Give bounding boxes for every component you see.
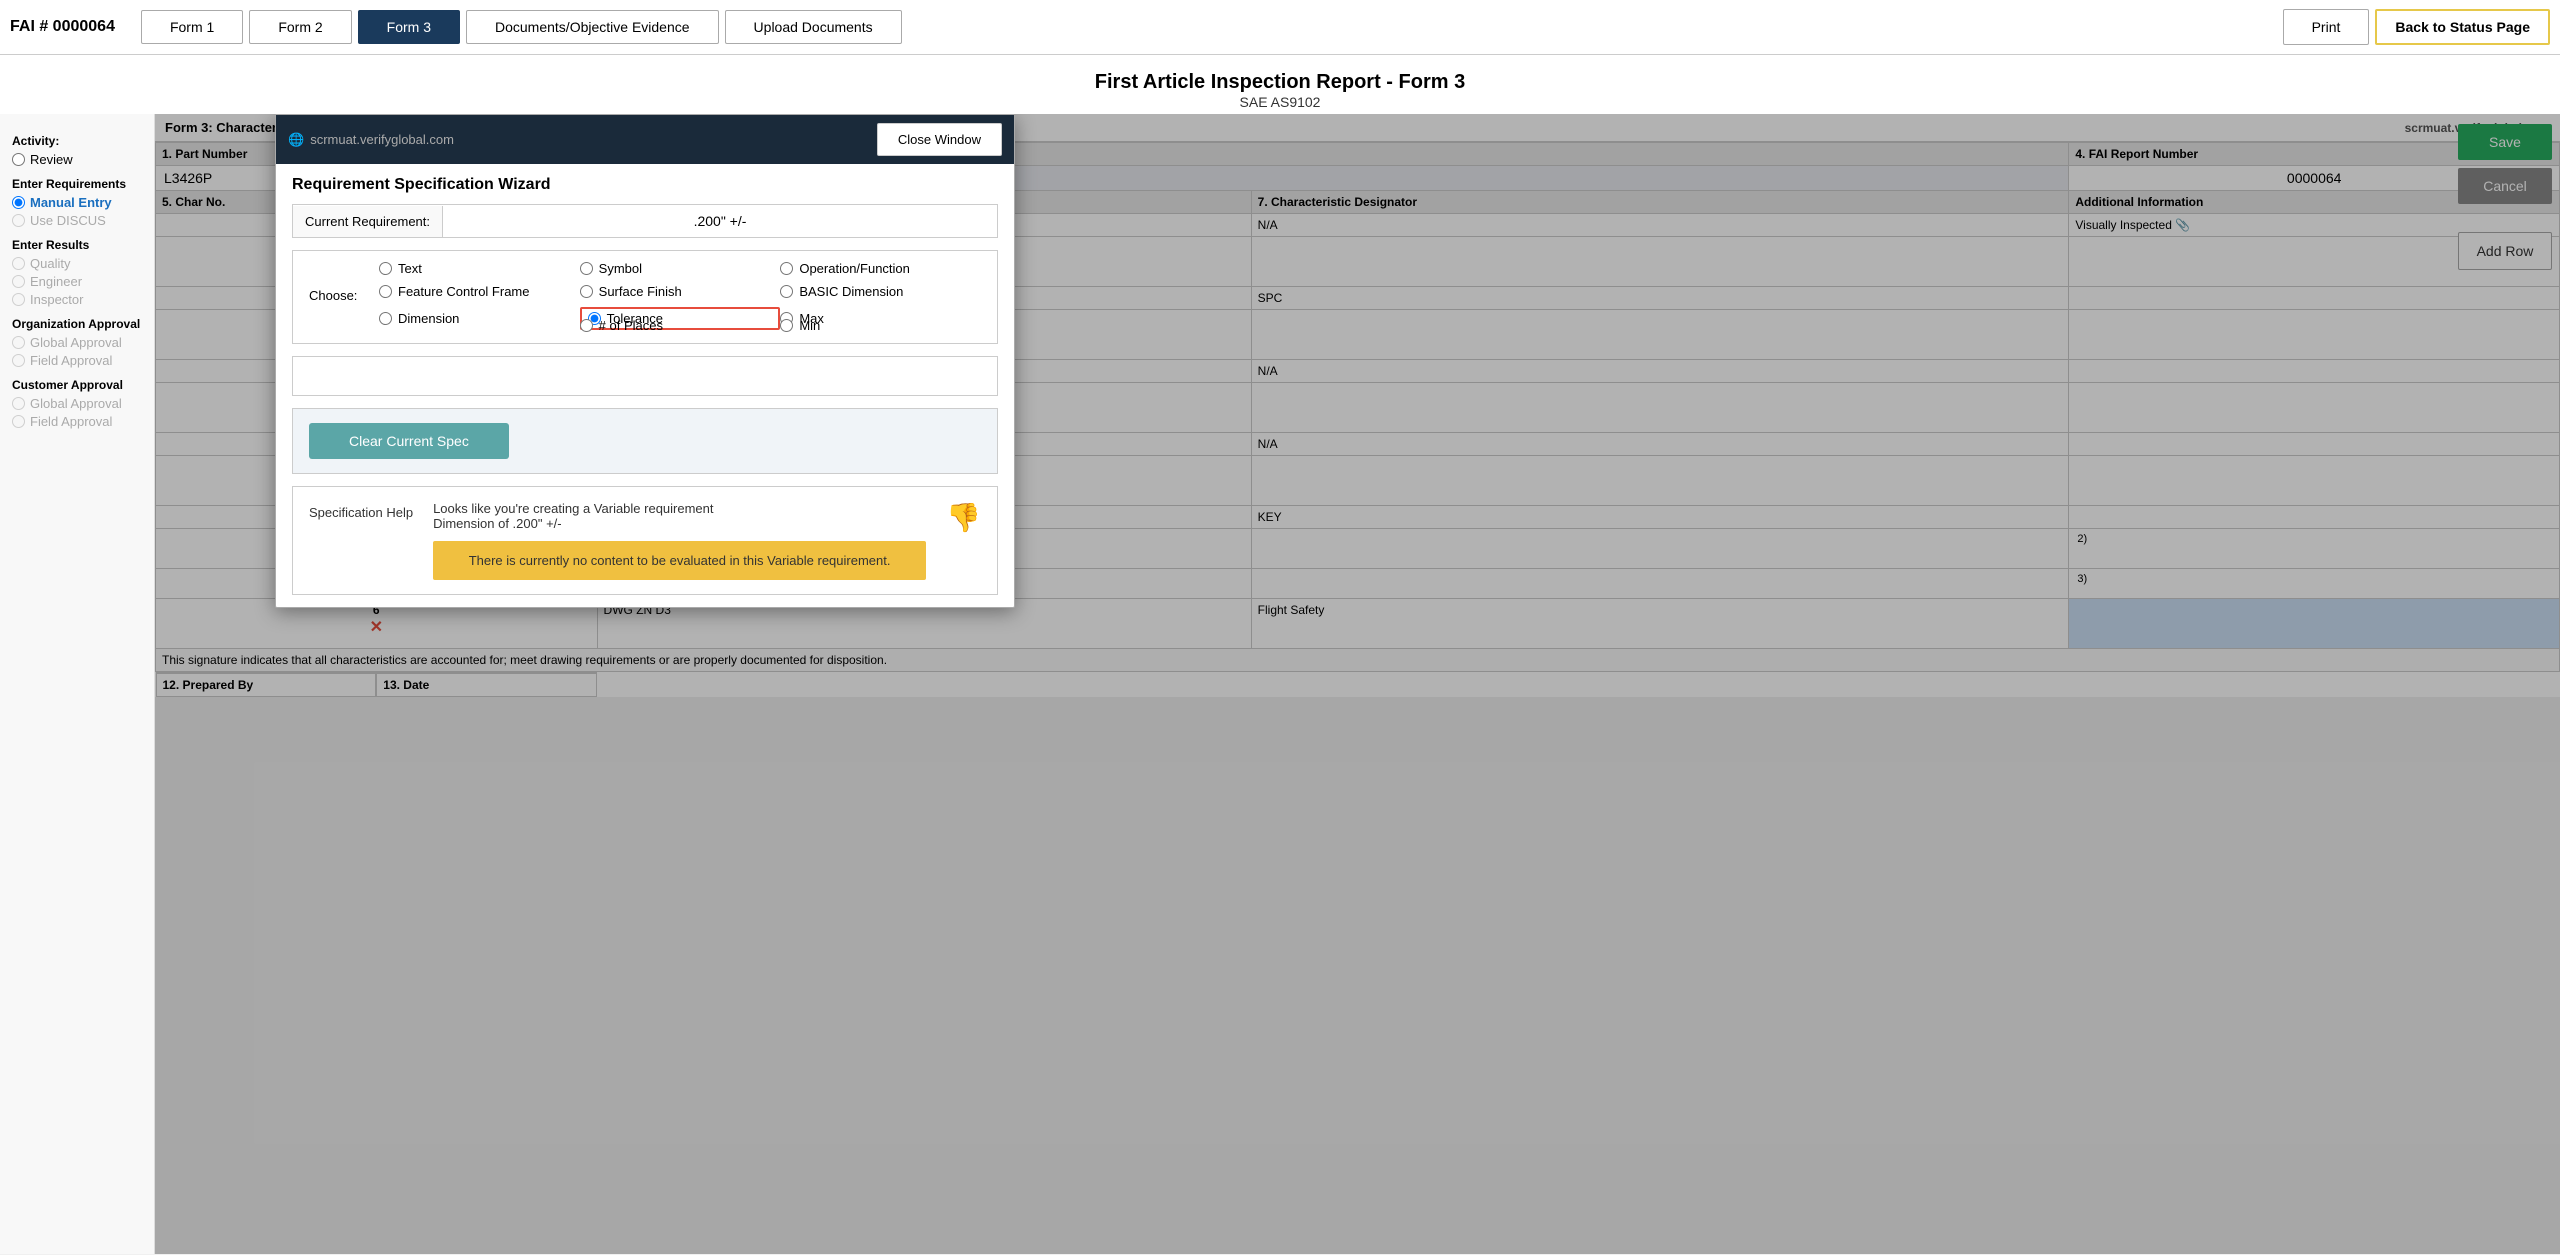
review-label: Review <box>30 152 73 167</box>
spec-help-text: Looks like you're creating a Variable re… <box>433 501 926 531</box>
back-to-status-button[interactable]: Back to Status Page <box>2375 9 2550 45</box>
main-layout: Activity: Review Enter Requirements Manu… <box>0 114 2560 1254</box>
spec-help-inner: Specification Help Looks like you're cre… <box>309 501 981 580</box>
globe-icon: 🌐 <box>288 132 304 148</box>
basic-dimension-radio[interactable] <box>780 285 793 298</box>
customer-field-radio <box>12 415 25 428</box>
close-window-button[interactable]: Close Window <box>877 123 1002 156</box>
action-row: Clear Current Spec <box>292 408 998 474</box>
documents-button[interactable]: Documents/Objective Evidence <box>466 10 719 44</box>
choose-section: Choose: Text Symbol Operation/Function <box>292 250 998 344</box>
page-subtitle: SAE AS9102 <box>0 94 2560 110</box>
choose-label: Choose: <box>309 288 379 303</box>
field-approval-label: Field Approval <box>30 353 112 368</box>
fcf-radio[interactable] <box>379 285 392 298</box>
use-discus-label: Use DISCUS <box>30 213 106 228</box>
engineer-radio <box>12 275 25 288</box>
form3-button[interactable]: Form 3 <box>358 10 460 44</box>
clear-spec-button[interactable]: Clear Current Spec <box>309 423 509 459</box>
enter-requirements-label: Enter Requirements <box>12 177 142 191</box>
activity-label: Activity: <box>12 134 142 148</box>
modal-site-info: 🌐 scrmuat.verifyglobal.com <box>288 132 454 148</box>
sidebar-review[interactable]: Review <box>12 152 142 167</box>
option-operation[interactable]: Operation/Function <box>780 261 981 276</box>
spec-input-row <box>292 356 998 396</box>
review-radio[interactable] <box>12 153 25 166</box>
option-num-places[interactable]: # of Places <box>580 318 781 333</box>
sidebar-quality[interactable]: Quality <box>12 256 142 271</box>
customer-field-label: Field Approval <box>30 414 112 429</box>
manual-entry-radio[interactable] <box>12 196 25 209</box>
text-radio[interactable] <box>379 262 392 275</box>
min-radio[interactable] <box>780 319 793 332</box>
option-basic-dimension[interactable]: BASIC Dimension <box>780 284 981 299</box>
sidebar-inspector[interactable]: Inspector <box>12 292 142 307</box>
org-approval-label: Organization Approval <box>12 317 142 331</box>
spec-input[interactable] <box>292 356 998 396</box>
sidebar-field-approval[interactable]: Field Approval <box>12 353 142 368</box>
modal-body: Requirement Specification Wizard Current… <box>276 164 1014 607</box>
spec-help-section: Specification Help Looks like you're cre… <box>292 486 998 595</box>
modal-title: Requirement Specification Wizard <box>292 176 998 194</box>
field-approval-radio <box>12 354 25 367</box>
spec-help-content: Looks like you're creating a Variable re… <box>433 501 926 580</box>
option-fcf[interactable]: Feature Control Frame <box>379 284 580 299</box>
page-title-area: First Article Inspection Report - Form 3… <box>0 55 2560 114</box>
sidebar-customer-field[interactable]: Field Approval <box>12 414 142 429</box>
option-min[interactable]: Min <box>780 318 981 333</box>
inspector-radio <box>12 293 25 306</box>
sidebar: Activity: Review Enter Requirements Manu… <box>0 114 155 1254</box>
customer-global-label: Global Approval <box>30 396 122 411</box>
option-text[interactable]: Text <box>379 261 580 276</box>
option-surface-finish[interactable]: Surface Finish <box>580 284 781 299</box>
inspector-label: Inspector <box>30 292 83 307</box>
customer-approval-label: Customer Approval <box>12 378 142 392</box>
current-requirement-label: Current Requirement: <box>293 206 443 237</box>
spec-help-warning: There is currently no content to be eval… <box>433 541 926 580</box>
fai-number: FAI # 0000064 <box>10 18 115 36</box>
upload-button[interactable]: Upload Documents <box>725 10 902 44</box>
sidebar-engineer[interactable]: Engineer <box>12 274 142 289</box>
sidebar-global-approval[interactable]: Global Approval <box>12 335 142 350</box>
form1-button[interactable]: Form 1 <box>141 10 243 44</box>
quality-label: Quality <box>30 256 70 271</box>
manual-entry-label: Manual Entry <box>30 195 112 210</box>
sidebar-use-discus[interactable]: Use DISCUS <box>12 213 142 228</box>
form2-button[interactable]: Form 2 <box>249 10 351 44</box>
current-requirement-value: .200" +/- <box>443 205 997 237</box>
requirement-wizard-modal: 🌐 scrmuat.verifyglobal.com Close Window … <box>275 114 1015 608</box>
symbol-radio[interactable] <box>580 262 593 275</box>
global-approval-radio <box>12 336 25 349</box>
content-area: Form 3: Characteristic Accountability, V… <box>155 114 2560 1254</box>
enter-results-label: Enter Results <box>12 238 142 252</box>
option-symbol[interactable]: Symbol <box>580 261 781 276</box>
global-approval-label: Global Approval <box>30 335 122 350</box>
modal-top-bar: 🌐 scrmuat.verifyglobal.com Close Window <box>276 115 1014 164</box>
use-discus-radio <box>12 214 25 227</box>
current-requirement-row: Current Requirement: .200" +/- <box>292 204 998 238</box>
spec-help-label: Specification Help <box>309 501 413 520</box>
surface-finish-radio[interactable] <box>580 285 593 298</box>
quality-radio <box>12 257 25 270</box>
modal-site-label: scrmuat.verifyglobal.com <box>310 132 454 147</box>
top-navigation: FAI # 0000064 Form 1 Form 2 Form 3 Docum… <box>0 0 2560 55</box>
print-button[interactable]: Print <box>2283 9 2370 45</box>
num-places-radio[interactable] <box>580 319 593 332</box>
customer-global-radio <box>12 397 25 410</box>
thumbs-down-icon[interactable]: 👎 <box>946 501 981 534</box>
page-title: First Article Inspection Report - Form 3 <box>0 71 2560 94</box>
operation-radio[interactable] <box>780 262 793 275</box>
sidebar-customer-global[interactable]: Global Approval <box>12 396 142 411</box>
engineer-label: Engineer <box>30 274 82 289</box>
sidebar-manual-entry[interactable]: Manual Entry <box>12 195 142 210</box>
